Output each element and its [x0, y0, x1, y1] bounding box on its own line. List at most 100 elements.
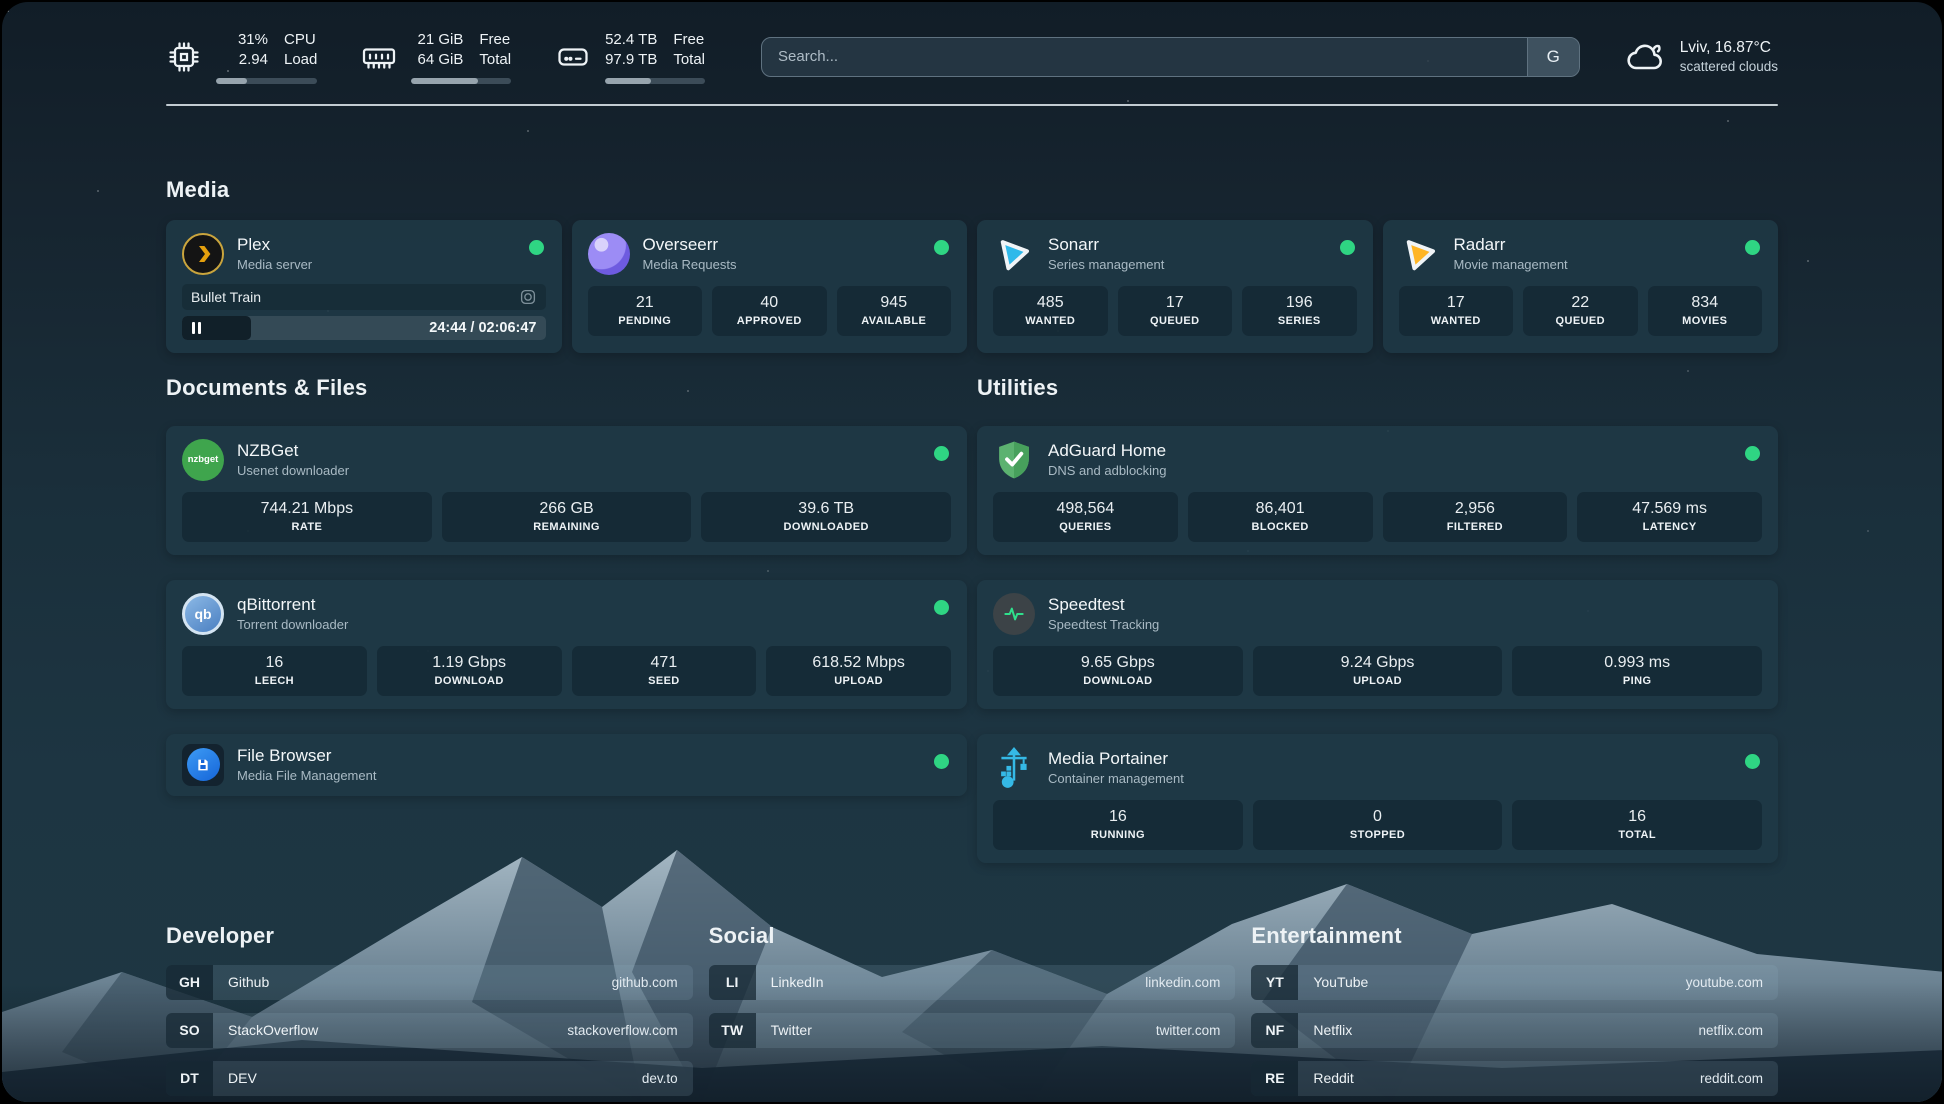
radarr-card[interactable]: Radarr Movie management 17 WANTED 22 QUE…	[1383, 220, 1779, 353]
stat-value: 17	[1122, 294, 1229, 312]
pause-icon[interactable]	[192, 322, 201, 334]
stat-label: DOWNLOADED	[705, 521, 947, 533]
stat-blocked: 86,401 BLOCKED	[1188, 492, 1373, 542]
app-desc: Media server	[237, 257, 312, 272]
adguard-icon	[993, 439, 1035, 481]
plex-card[interactable]: Plex Media server Bullet Train	[166, 220, 562, 353]
sonarr-card[interactable]: Sonarr Series management 485 WANTED 17 Q…	[977, 220, 1373, 353]
link-linkedin[interactable]: LI LinkedIn linkedin.com	[709, 965, 1236, 1000]
disk-stat-widget: 52.4 TB 97.9 TB Free Total	[555, 30, 705, 84]
status-dot	[934, 754, 949, 769]
cpu-load-label: Load	[284, 50, 317, 70]
search-input[interactable]	[762, 38, 1527, 76]
stat-ping: 0.993 ms PING	[1512, 646, 1762, 696]
overseerr-icon	[588, 233, 630, 275]
link-name: YouTube	[1313, 974, 1368, 990]
stat-value: 39.6 TB	[705, 500, 947, 518]
app-name: NZBGet	[237, 441, 349, 461]
memory-total-label: Total	[479, 50, 511, 70]
overseerr-card[interactable]: Overseerr Media Requests 21 PENDING 40 A…	[572, 220, 968, 353]
disk-usage-bar-fill	[605, 78, 651, 84]
nzbget-card[interactable]: nzbget NZBGet Usenet downloader 744.21 M…	[166, 426, 967, 555]
stat-value: 86,401	[1192, 500, 1369, 518]
link-reddit[interactable]: RE Reddit reddit.com	[1251, 1061, 1778, 1096]
stat-upload: 9.24 Gbps UPLOAD	[1253, 646, 1503, 696]
link-badge: SO	[166, 1013, 213, 1048]
cpu-usage-label: CPU	[284, 30, 317, 50]
stat-series: 196 SERIES	[1242, 286, 1357, 336]
memory-usage-bar	[411, 78, 511, 84]
stat-total: 16 TOTAL	[1512, 800, 1762, 850]
stat-remaining: 266 GB REMAINING	[442, 492, 692, 542]
app-name: Overseerr	[643, 235, 737, 255]
link-github[interactable]: GH Github github.com	[166, 965, 693, 1000]
stat-label: SEED	[576, 675, 753, 687]
memory-stat-widget: 21 GiB 64 GiB Free Total	[361, 30, 511, 84]
link-name: StackOverflow	[228, 1022, 318, 1038]
app-desc: DNS and adblocking	[1048, 463, 1167, 478]
weather-widget: Lviv, 16.87°C scattered clouds	[1624, 35, 1778, 79]
portainer-card[interactable]: Media Portainer Container management 16 …	[977, 734, 1778, 863]
system-stats: 31% 2.94 CPU Load	[166, 30, 705, 84]
stat-label: UPLOAD	[770, 675, 947, 687]
portainer-icon	[993, 747, 1035, 789]
adguard-card[interactable]: AdGuard Home DNS and adblocking 498,564 …	[977, 426, 1778, 555]
link-url: youtube.com	[1686, 975, 1763, 990]
stat-value: 16	[1516, 808, 1758, 826]
qbittorrent-card[interactable]: qb qBittorrent Torrent downloader 16	[166, 580, 967, 709]
nzbget-icon-label: nzbget	[188, 454, 219, 465]
stat-value: 1.19 Gbps	[381, 654, 558, 672]
link-youtube[interactable]: YT YouTube youtube.com	[1251, 965, 1778, 1000]
top-bar: 31% 2.94 CPU Load	[166, 2, 1778, 84]
weather-condition: scattered clouds	[1680, 59, 1778, 74]
status-dot	[934, 240, 949, 255]
stat-label: LEECH	[186, 675, 363, 687]
stat-stopped: 0 STOPPED	[1253, 800, 1503, 850]
plex-icon	[182, 233, 224, 275]
utilities-column: Utilities AdGu	[977, 375, 1778, 863]
cloud-icon	[1624, 35, 1668, 79]
disk-usage-bar	[605, 78, 705, 84]
status-dot	[1745, 240, 1760, 255]
stat-seed: 471 SEED	[572, 646, 757, 696]
stat-wanted: 17 WANTED	[1399, 286, 1514, 336]
filebrowser-card[interactable]: File Browser Media File Management	[166, 734, 967, 796]
link-badge: RE	[1251, 1061, 1298, 1096]
link-stackoverflow[interactable]: SO StackOverflow stackoverflow.com	[166, 1013, 693, 1048]
app-desc: Speedtest Tracking	[1048, 617, 1159, 632]
documents-section-title: Documents & Files	[166, 375, 967, 401]
stat-download: 9.65 Gbps DOWNLOAD	[993, 646, 1243, 696]
media-grid: Plex Media server Bullet Train	[166, 220, 1778, 353]
link-netflix[interactable]: NF Netflix netflix.com	[1251, 1013, 1778, 1048]
stat-value: 744.21 Mbps	[186, 500, 428, 518]
utilities-section-title: Utilities	[977, 375, 1778, 401]
stat-label: RUNNING	[997, 829, 1239, 841]
stat-movies: 834 MOVIES	[1648, 286, 1763, 336]
stat-value: 0	[1257, 808, 1499, 826]
link-badge: NF	[1251, 1013, 1298, 1048]
plex-progress-bar: 24:44 / 02:06:47	[182, 316, 546, 340]
sonarr-icon	[993, 233, 1035, 275]
stat-value: 16	[186, 654, 363, 672]
stat-filtered: 2,956 FILTERED	[1383, 492, 1568, 542]
link-dev[interactable]: DT DEV dev.to	[166, 1061, 693, 1096]
stat-value: 498,564	[997, 500, 1174, 518]
stat-label: QUERIES	[997, 521, 1174, 533]
weather-location-temp: Lviv, 16.87°C	[1680, 39, 1778, 57]
search-engine-button[interactable]: G	[1527, 38, 1579, 76]
link-twitter[interactable]: TW Twitter twitter.com	[709, 1013, 1236, 1048]
stat-queued: 22 QUEUED	[1523, 286, 1638, 336]
disk-icon	[555, 39, 591, 75]
stat-label: QUEUED	[1527, 315, 1634, 327]
app-desc: Torrent downloader	[237, 617, 348, 632]
stat-value: 471	[576, 654, 753, 672]
link-badge: YT	[1251, 965, 1298, 1000]
speedtest-card[interactable]: Speedtest Speedtest Tracking 9.65 Gbps D…	[977, 580, 1778, 709]
link-name: Reddit	[1313, 1070, 1353, 1086]
link-badge: TW	[709, 1013, 756, 1048]
stat-wanted: 485 WANTED	[993, 286, 1108, 336]
link-badge: GH	[166, 965, 213, 1000]
stat-label: AVAILABLE	[841, 315, 948, 327]
link-url: stackoverflow.com	[567, 1023, 677, 1038]
link-name: DEV	[228, 1070, 257, 1086]
